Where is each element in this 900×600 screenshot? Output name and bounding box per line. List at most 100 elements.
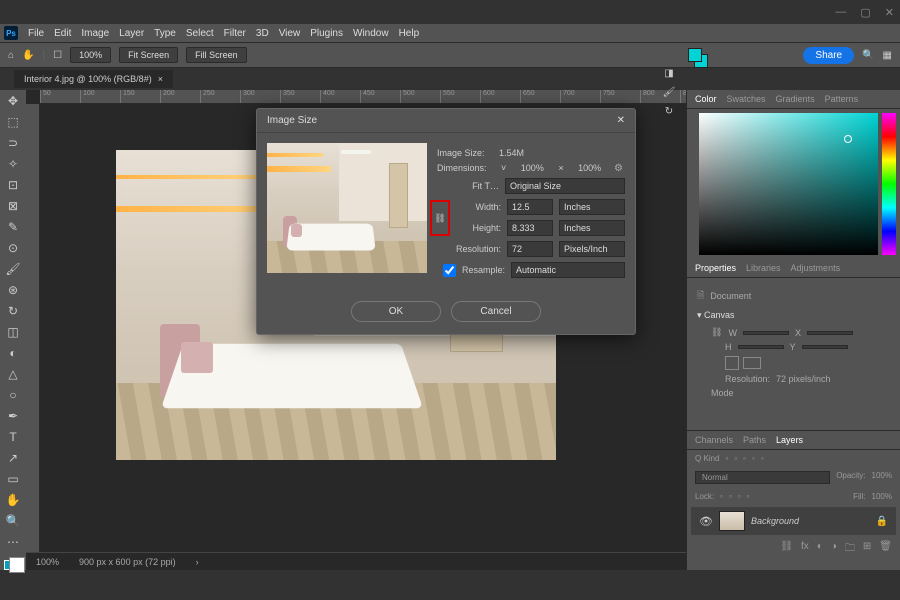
workspace-icon[interactable]: ▦ <box>883 50 892 61</box>
tab-adjustments[interactable]: Adjustments <box>791 263 841 273</box>
maximize-icon[interactable]: ▢ <box>860 6 870 19</box>
fx-icon[interactable]: fx <box>801 541 809 558</box>
new-layer-icon[interactable]: ⊞ <box>863 541 871 558</box>
zoom-level[interactable]: 100% <box>70 47 111 63</box>
menu-3d[interactable]: 3D <box>256 28 269 39</box>
tab-libraries[interactable]: Libraries <box>746 263 781 273</box>
lock-icon[interactable]: 🔒 <box>876 516 888 527</box>
fill-screen-button[interactable]: Fill Screen <box>186 47 247 63</box>
type-tool-icon[interactable]: T <box>4 430 22 444</box>
x-input[interactable] <box>807 331 853 335</box>
tab-patterns[interactable]: Patterns <box>825 94 859 104</box>
layer-row[interactable]: 👁 Background 🔒 <box>691 507 896 535</box>
document-tab[interactable]: Interior 4.jpg @ 100% (RGB/8#) × <box>14 70 173 88</box>
share-button[interactable]: Share <box>803 47 854 64</box>
height-unit-select[interactable]: Inches <box>559 220 625 236</box>
dim-dropdown-icon[interactable]: ˅ <box>501 163 506 173</box>
menu-file[interactable]: File <box>28 28 44 39</box>
layer-thumbnail[interactable] <box>719 511 745 531</box>
tab-gradients[interactable]: Gradients <box>776 94 815 104</box>
brush-tool-icon[interactable]: 🖌 <box>4 262 22 276</box>
orientation-landscape-icon[interactable] <box>743 357 761 369</box>
cancel-button[interactable]: Cancel <box>451 301 541 322</box>
search-icon[interactable]: 🔍 <box>862 50 874 61</box>
wand-tool-icon[interactable]: ✧ <box>4 157 22 171</box>
width-unit-select[interactable]: Inches <box>559 199 625 215</box>
frame-tool-icon[interactable]: ⊠ <box>4 199 22 213</box>
panel-icon[interactable]: ◨ <box>664 68 673 79</box>
link-dims-icon[interactable]: ⛓ <box>711 327 722 338</box>
color-swatch[interactable] <box>4 560 22 570</box>
edit-toolbar-icon[interactable]: ⋯ <box>4 535 22 549</box>
constrain-proportions-toggle[interactable]: ⛓ <box>430 200 450 236</box>
lock-icon[interactable]: ▫ <box>720 492 723 501</box>
gradient-tool-icon[interactable]: ◐ <box>4 346 22 360</box>
tab-swatches[interactable]: Swatches <box>727 94 766 104</box>
menu-select[interactable]: Select <box>186 28 214 39</box>
adjustment-icon[interactable]: ◑ <box>831 541 837 558</box>
lock-icon[interactable]: ▫ <box>729 492 732 501</box>
menu-type[interactable]: Type <box>154 28 176 39</box>
filter-icon[interactable]: ▫ <box>761 454 764 463</box>
brush-panel-icon[interactable]: 🖌 <box>663 87 676 98</box>
layer-name[interactable]: Background <box>751 516 799 526</box>
path-tool-icon[interactable]: ↗ <box>4 451 22 465</box>
menu-image[interactable]: Image <box>81 28 109 39</box>
history-brush-icon[interactable]: ↻ <box>4 304 22 318</box>
opacity-input[interactable]: 100% <box>872 471 892 484</box>
delete-icon[interactable]: 🗑 <box>879 541 892 558</box>
fill-input[interactable]: 100% <box>872 492 892 501</box>
filter-icon[interactable]: ▫ <box>752 454 755 463</box>
color-field[interactable] <box>699 113 878 255</box>
height-field[interactable] <box>507 220 553 236</box>
minimize-icon[interactable]: — <box>835 6 846 18</box>
width-input[interactable] <box>743 331 789 335</box>
group-icon[interactable]: 🗀 <box>845 541 855 558</box>
filter-icon[interactable]: ▫ <box>725 454 728 463</box>
home-icon[interactable]: ⌂ <box>8 50 14 61</box>
mask-icon[interactable]: ◐ <box>817 541 823 558</box>
history-panel-icon[interactable]: ↻ <box>665 106 673 117</box>
fit-screen-button[interactable]: Fit Screen <box>119 47 178 63</box>
filter-icon[interactable]: ▫ <box>734 454 737 463</box>
orientation-portrait-icon[interactable] <box>725 356 739 370</box>
visibility-icon[interactable]: 👁 <box>699 515 713 528</box>
canvas-section-label[interactable]: ▾ Canvas <box>697 310 890 321</box>
fit-to-select[interactable]: Original Size <box>505 178 625 194</box>
zoom-tool-icon[interactable]: 🔍 <box>4 514 22 528</box>
resample-select[interactable]: Automatic <box>511 262 625 278</box>
tab-close-icon[interactable]: × <box>158 74 163 84</box>
height-input[interactable] <box>738 345 784 349</box>
hand-tool-icon[interactable]: ✋ <box>4 493 22 507</box>
marquee-tool-icon[interactable]: ⬚ <box>4 115 22 129</box>
shape-tool-icon[interactable]: ▭ <box>4 472 22 486</box>
dialog-close-icon[interactable]: ✕ <box>617 115 625 126</box>
stamp-tool-icon[interactable]: ⊛ <box>4 283 22 297</box>
hand-tool-icon[interactable]: ✋ <box>22 50 34 61</box>
move-tool-icon[interactable]: ✥ <box>4 94 22 108</box>
resolution-unit-select[interactable]: Pixels/Inch <box>559 241 625 257</box>
pen-tool-icon[interactable]: ✒ <box>4 409 22 423</box>
menu-edit[interactable]: Edit <box>54 28 71 39</box>
hue-slider[interactable] <box>882 113 896 255</box>
menu-window[interactable]: Window <box>353 28 389 39</box>
filter-icon[interactable]: ▫ <box>743 454 746 463</box>
status-zoom[interactable]: 100% <box>36 557 59 567</box>
eraser-tool-icon[interactable]: ◫ <box>4 325 22 339</box>
menu-view[interactable]: View <box>279 28 301 39</box>
menu-help[interactable]: Help <box>399 28 420 39</box>
scroll-all-checkbox[interactable]: ☐ <box>53 50 62 61</box>
resample-checkbox[interactable] <box>443 264 456 277</box>
eyedropper-tool-icon[interactable]: ✎ <box>4 220 22 234</box>
link-layers-icon[interactable]: ⛓ <box>780 541 793 558</box>
crop-tool-icon[interactable]: ⊡ <box>4 178 22 192</box>
menu-layer[interactable]: Layer <box>119 28 144 39</box>
blur-tool-icon[interactable]: △ <box>4 367 22 381</box>
tab-properties[interactable]: Properties <box>695 263 736 273</box>
width-field[interactable] <box>507 199 553 215</box>
lasso-tool-icon[interactable]: ⊃ <box>4 136 22 150</box>
tab-layers[interactable]: Layers <box>776 435 803 445</box>
menu-filter[interactable]: Filter <box>224 28 246 39</box>
menu-plugins[interactable]: Plugins <box>310 28 343 39</box>
ok-button[interactable]: OK <box>351 301 441 322</box>
